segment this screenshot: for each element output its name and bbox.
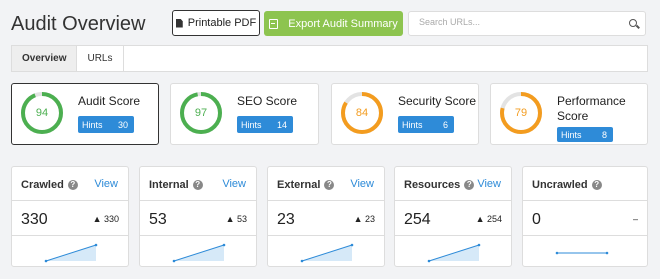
security-score-value: 84 xyxy=(355,107,369,119)
tab-bar: Overview URLs xyxy=(11,45,648,72)
crawled-value: 330 xyxy=(21,211,48,228)
resources-sparkline xyxy=(427,243,481,263)
performance-score-value: 79 xyxy=(514,107,528,119)
crawled-view-link[interactable]: View xyxy=(94,178,118,190)
resources-title: Resources? xyxy=(404,179,475,191)
audit-hints-badge[interactable]: Hints 30 xyxy=(78,116,134,133)
external-card: External? View 23 ▲ 23 xyxy=(267,166,385,267)
uncrawled-sparkline xyxy=(555,251,609,255)
seo-score-label: SEO Score xyxy=(237,94,298,108)
sparkline-point xyxy=(477,243,481,247)
audit-score-card[interactable]: 94 Audit Score Hints 30 xyxy=(11,83,159,145)
search-box xyxy=(408,11,646,36)
sparkline-point xyxy=(350,243,354,247)
hints-count: 30 xyxy=(117,119,128,130)
performance-score-label: Performance Score xyxy=(557,94,626,123)
divider xyxy=(12,235,128,236)
sparkline-point xyxy=(94,243,98,247)
search-icon[interactable] xyxy=(629,19,637,27)
sparkline-point xyxy=(555,251,559,255)
hints-count: 8 xyxy=(601,129,607,140)
uncrawled-title: Uncrawled? xyxy=(532,179,602,191)
resources-delta: ▲ 254 xyxy=(475,214,502,224)
sparkline-point xyxy=(300,259,304,263)
external-view-link[interactable]: View xyxy=(350,178,374,190)
divider xyxy=(395,235,511,236)
uncrawled-card-header: Uncrawled? xyxy=(523,167,647,201)
sparkline-point xyxy=(222,243,226,247)
hints-label: Hints xyxy=(402,119,423,130)
printable-pdf-label: Printable PDF xyxy=(187,17,257,29)
hints-count: 14 xyxy=(276,119,287,130)
sparkline-point xyxy=(427,259,431,263)
seo-score-value: 97 xyxy=(194,107,208,119)
help-icon[interactable]: ? xyxy=(67,180,78,190)
tab-overview[interactable]: Overview xyxy=(12,46,78,71)
internal-value: 53 xyxy=(149,211,167,228)
crawled-title: Crawled? xyxy=(21,179,78,191)
external-sparkline xyxy=(300,243,354,263)
hints-label: Hints xyxy=(561,129,582,140)
crawled-delta: ▲ 330 xyxy=(92,214,119,224)
help-icon[interactable]: ? xyxy=(464,180,475,190)
internal-sparkline xyxy=(172,243,226,263)
audit-score-label: Audit Score xyxy=(78,94,141,108)
tab-urls[interactable]: URLs xyxy=(77,46,124,71)
sparkline-point xyxy=(44,259,48,263)
help-icon[interactable]: ? xyxy=(591,180,602,190)
resources-value: 254 xyxy=(404,211,431,228)
help-icon[interactable]: ? xyxy=(324,180,335,190)
crawled-card: Crawled? View 330 ▲ 330 xyxy=(11,166,129,267)
uncrawled-delta: – xyxy=(632,214,638,224)
performance-score-card[interactable]: 79 Performance Score Hints 8 xyxy=(490,83,648,145)
page-title: Audit Overview xyxy=(11,13,146,35)
divider xyxy=(140,235,256,236)
seo-score-card[interactable]: 97 SEO Score Hints 14 xyxy=(170,83,319,145)
spreadsheet-icon xyxy=(269,18,279,29)
search-input[interactable] xyxy=(419,17,619,27)
hints-count: 6 xyxy=(442,119,448,130)
crawled-sparkline xyxy=(44,243,98,263)
crawled-card-header: Crawled? View xyxy=(12,167,128,201)
document-icon xyxy=(175,18,183,28)
hints-label: Hints xyxy=(82,119,103,130)
external-delta: ▲ 23 xyxy=(353,214,375,224)
divider xyxy=(523,235,647,236)
export-audit-summary-button[interactable]: Export Audit Summary xyxy=(264,11,403,36)
divider xyxy=(268,235,384,236)
external-value: 23 xyxy=(277,211,295,228)
printable-pdf-button[interactable]: Printable PDF xyxy=(172,10,260,36)
internal-delta: ▲ 53 xyxy=(225,214,247,224)
security-score-card[interactable]: 84 Security Score Hints 6 xyxy=(331,83,479,145)
seo-hints-badge[interactable]: Hints 14 xyxy=(237,116,293,133)
export-audit-summary-label: Export Audit Summary xyxy=(288,17,398,30)
internal-title: Internal? xyxy=(149,179,203,191)
internal-card-header: Internal? View xyxy=(140,167,256,201)
internal-view-link[interactable]: View xyxy=(222,178,246,190)
sparkline-point xyxy=(605,251,609,255)
audit-score-value: 94 xyxy=(35,107,49,119)
resources-view-link[interactable]: View xyxy=(477,178,501,190)
resources-card: Resources? View 254 ▲ 254 xyxy=(394,166,512,267)
sparkline-point xyxy=(172,259,176,263)
security-hints-badge[interactable]: Hints 6 xyxy=(398,116,454,133)
performance-hints-badge[interactable]: Hints 8 xyxy=(557,127,613,142)
resources-card-header: Resources? View xyxy=(395,167,511,201)
help-icon[interactable]: ? xyxy=(192,180,203,190)
security-score-label: Security Score xyxy=(398,94,477,108)
internal-card: Internal? View 53 ▲ 53 xyxy=(139,166,257,267)
hints-label: Hints xyxy=(241,119,262,130)
external-card-header: External? View xyxy=(268,167,384,201)
external-title: External? xyxy=(277,179,335,191)
uncrawled-card: Uncrawled? 0 – xyxy=(522,166,648,267)
uncrawled-value: 0 xyxy=(532,211,541,228)
